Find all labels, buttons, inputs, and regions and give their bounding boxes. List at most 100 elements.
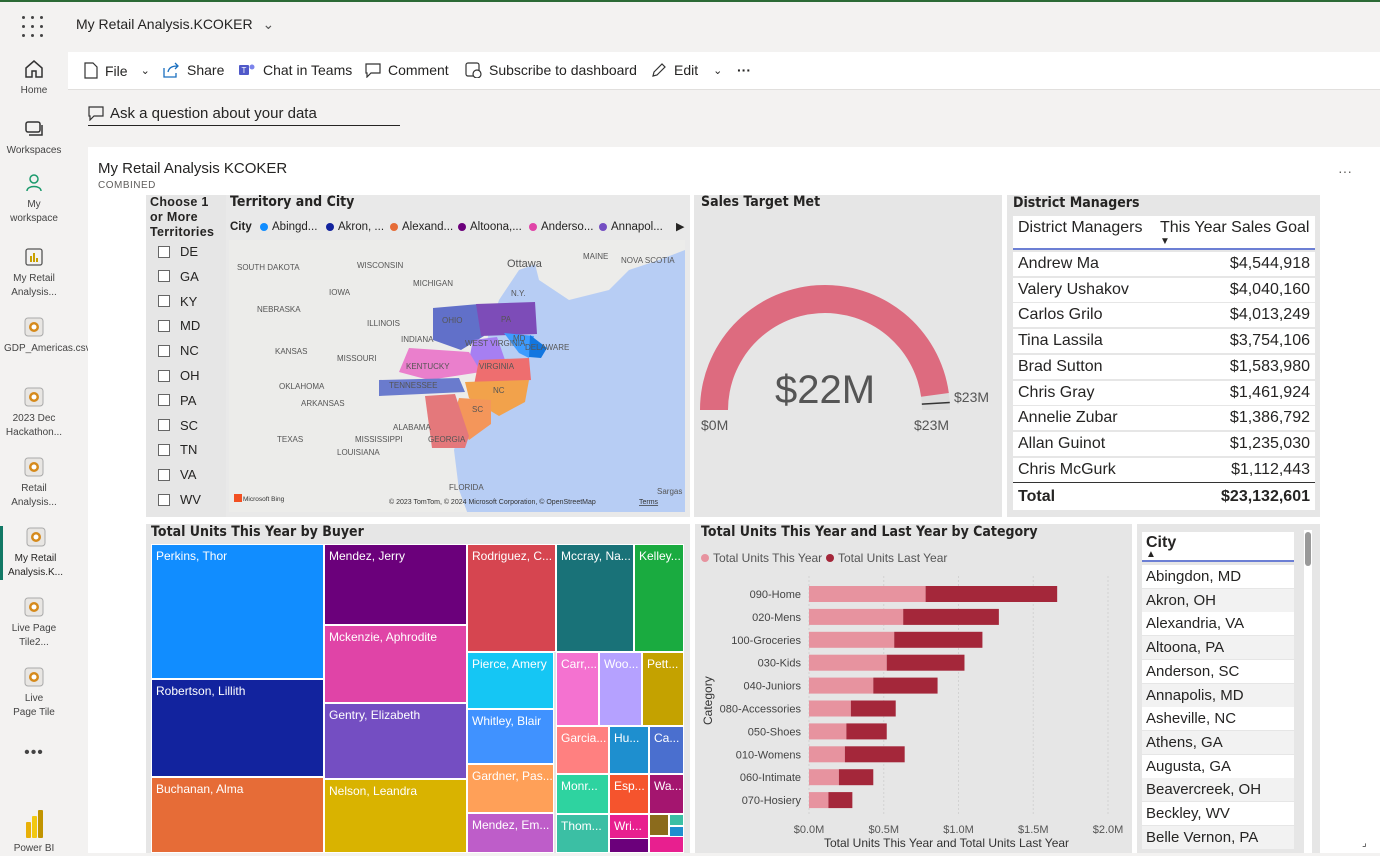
treemap-cell[interactable]: Monr... [556, 774, 609, 814]
bar-segment[interactable] [809, 608, 904, 625]
nav-my-retail-analysis-dashboard[interactable]: My Retail Analysis.K... [0, 526, 68, 580]
treemap-cell[interactable]: Carr,... [556, 652, 599, 726]
table-row[interactable]: Andrew Ma $4,544,918 [1013, 252, 1315, 277]
table-row[interactable]: Brad Sutton $1,583,980 [1013, 354, 1315, 380]
treemap-cell[interactable]: Mendez, Em... [467, 813, 554, 853]
tile-more-button[interactable]: ··· [1338, 163, 1352, 179]
share-button[interactable]: Share [163, 62, 224, 78]
bar-segment[interactable] [886, 654, 965, 671]
checkbox[interactable] [158, 443, 170, 456]
bar-segment[interactable] [846, 723, 887, 740]
table-row[interactable]: Beckley, WV [1142, 802, 1294, 825]
legend-next-icon[interactable]: ▶ [676, 220, 684, 233]
chat-in-teams-button[interactable]: T Chat in Teams [238, 62, 352, 78]
qa-box[interactable]: Ask a question about your data [88, 101, 400, 126]
column-header-managers[interactable]: District Managers [1018, 219, 1142, 237]
treemap-cell[interactable]: Esp... [609, 774, 649, 814]
slicer-item[interactable]: NC [158, 343, 199, 358]
table-row[interactable]: Carlos Grilo $4,013,249 [1013, 303, 1315, 329]
treemap-cell[interactable]: Whitley, Blair [467, 709, 554, 764]
scrollbar-thumb[interactable] [1305, 532, 1311, 566]
more-options-button[interactable]: ··· [737, 62, 751, 78]
bar-segment[interactable] [809, 654, 887, 671]
nav-live-page-tile2[interactable]: Live Page Tile2... [0, 596, 68, 650]
slicer-item[interactable]: SC [158, 418, 198, 433]
bar-segment[interactable] [850, 700, 896, 717]
slicer-item[interactable]: MD [158, 318, 200, 333]
map-visual[interactable]: SOUTH DAKOTA WISCONSIN Ottawa MAINE NOVA SCO… [229, 240, 685, 512]
table-row[interactable]: Altoona, PA [1142, 636, 1294, 660]
map-legend-item[interactable]: Abingd... [260, 221, 317, 233]
map-legend-item[interactable]: Akron, ... [326, 221, 384, 233]
checkbox[interactable] [158, 394, 170, 407]
table-row[interactable]: Anderson, SC [1142, 659, 1294, 683]
slicer-item[interactable]: GA [158, 269, 199, 284]
edit-menu-button[interactable]: Edit ⌄ [651, 62, 722, 78]
checkbox[interactable] [158, 270, 170, 283]
bar-segment[interactable] [838, 769, 874, 786]
bar-segment[interactable] [873, 677, 938, 694]
treemap-cell[interactable]: Robertson, Lillith [151, 679, 324, 777]
checkbox[interactable] [158, 468, 170, 481]
table-row[interactable]: Allan Guinot $1,235,030 [1013, 431, 1315, 457]
treemap-cell[interactable]: Pierce, Amery [467, 652, 554, 709]
treemap-cell[interactable]: Buchanan, Alma [151, 777, 324, 853]
bar-segment[interactable] [894, 631, 983, 648]
nav-power-bi[interactable]: Power BI [0, 810, 68, 856]
checkbox[interactable] [158, 245, 170, 258]
slicer-item[interactable]: WV [158, 492, 201, 507]
resize-handle-icon[interactable]: ⌟ [1362, 838, 1367, 849]
bar-segment[interactable] [925, 586, 1058, 602]
table-row[interactable]: Asheville, NC [1142, 707, 1294, 731]
bar-segment[interactable] [809, 586, 926, 602]
table-row[interactable]: Akron, OH [1142, 588, 1294, 612]
treemap-cell[interactable]: Hu... [609, 726, 649, 774]
column-header-sales-goal[interactable]: This Year Sales Goal [1160, 219, 1309, 237]
nav-retail-analysis[interactable]: Retail Analysis... [0, 456, 68, 510]
treemap-cell[interactable]: Kelley... [634, 544, 684, 652]
bar-segment[interactable] [809, 746, 845, 763]
treemap-cell[interactable]: Mckenzie, Aphrodite [324, 625, 467, 703]
checkbox[interactable] [158, 295, 170, 308]
map-legend-item[interactable]: Altoona,... [458, 221, 522, 233]
slicer-item[interactable]: OH [158, 368, 200, 383]
bar-segment[interactable] [809, 700, 851, 717]
treemap-cell[interactable]: Mccray, Na... [556, 544, 634, 652]
bar-segment[interactable] [903, 608, 999, 625]
bar-legend-item[interactable]: Total Units Last Year [826, 551, 947, 565]
nav-my-retail-analysis-report[interactable]: My Retail Analysis... [0, 246, 68, 300]
treemap-cell[interactable]: Gentry, Elizabeth [324, 703, 467, 779]
nav-gdp-americas[interactable]: GDP_Americas.csv [0, 316, 91, 356]
app-launcher-icon[interactable] [22, 16, 44, 38]
treemap-cell[interactable]: Thom... [556, 814, 609, 853]
nav-hackathon[interactable]: 2023 Dec Hackathon... [0, 386, 68, 440]
treemap-cell[interactable] [649, 814, 669, 836]
table-row[interactable]: Alexandria, VA [1142, 612, 1294, 636]
treemap-cell[interactable]: Garcia... [556, 726, 609, 774]
subscribe-button[interactable]: Subscribe to dashboard [465, 62, 637, 78]
nav-my-workspace[interactable]: My workspace [0, 172, 68, 226]
map-terms-link[interactable]: Terms [639, 499, 659, 506]
slicer-item[interactable]: PA [158, 393, 196, 408]
table-row[interactable]: Abingdon, MD [1142, 565, 1294, 588]
report-title-dropdown[interactable]: My Retail Analysis.KCOKER ⌄ [76, 16, 274, 33]
map-legend-item[interactable]: Annapol... [599, 221, 663, 233]
treemap-cell[interactable] [609, 838, 649, 853]
table-row[interactable]: Athens, GA [1142, 730, 1294, 754]
table-row[interactable]: Chris McGurk $1,112,443 [1013, 457, 1315, 483]
table-row[interactable]: Annapolis, MD [1142, 683, 1294, 707]
checkbox[interactable] [158, 419, 170, 432]
treemap-cell[interactable]: Mendez, Jerry [324, 544, 467, 625]
checkbox[interactable] [158, 493, 170, 506]
table-row[interactable]: Augusta, GA [1142, 754, 1294, 778]
slicer-item[interactable]: DE [158, 244, 198, 259]
bar-segment[interactable] [844, 746, 905, 763]
bar-segment[interactable] [809, 792, 829, 809]
bar-legend-item[interactable]: Total Units This Year [701, 551, 822, 565]
table-row[interactable]: Annelie Zubar $1,386,792 [1013, 406, 1315, 432]
nav-home[interactable]: Home [0, 58, 68, 98]
nav-live-page-tile[interactable]: Live Page Tile [0, 666, 68, 720]
treemap-cell[interactable]: Perkins, Thor [151, 544, 324, 679]
bar-segment[interactable] [809, 723, 847, 740]
checkbox[interactable] [158, 369, 170, 382]
